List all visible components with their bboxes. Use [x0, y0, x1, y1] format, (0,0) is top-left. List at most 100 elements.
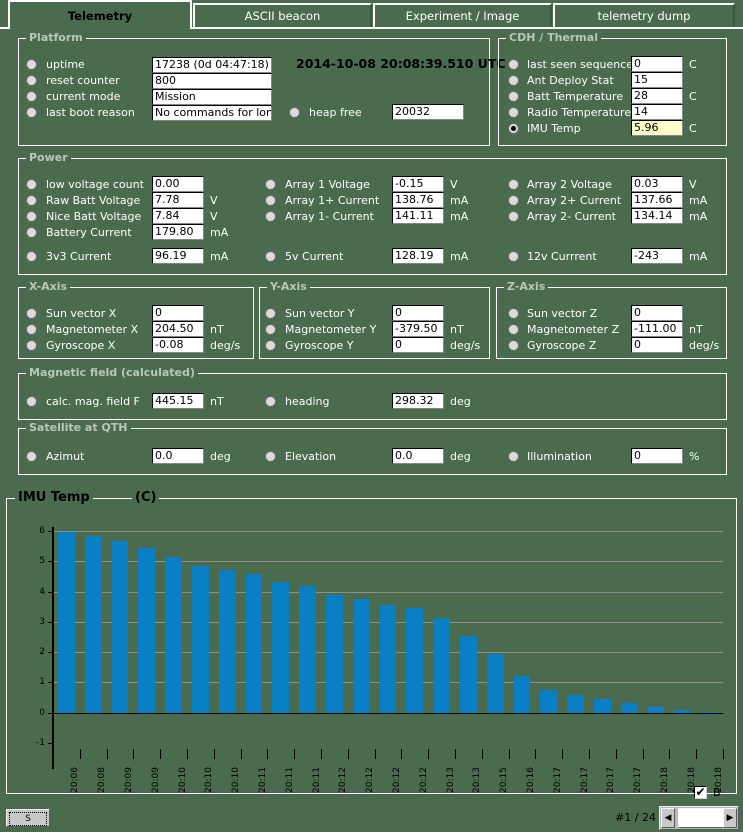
- field-heading[interactable]: 298.32: [392, 393, 444, 409]
- field-array1-plus-current[interactable]: 138.76: [392, 192, 444, 208]
- field-array2-plus-current[interactable]: 137.66: [631, 192, 683, 208]
- radio-magnetometer-x[interactable]: [26, 324, 37, 335]
- field-imu-temp[interactable]: 5.96: [631, 120, 683, 136]
- radio-elevation[interactable]: [265, 451, 276, 462]
- field-magnetometer-y[interactable]: -379.50: [392, 321, 444, 337]
- tab-label: ASCII beacon: [244, 9, 321, 23]
- radio-array1-plus-current[interactable]: [265, 195, 276, 206]
- chart-y-tick-mark: [48, 682, 54, 684]
- field-12v-current[interactable]: -243: [631, 248, 683, 264]
- radio-raw-batt-voltage[interactable]: [26, 195, 37, 206]
- radio-array2-voltage[interactable]: [508, 179, 519, 190]
- radio-sun-vector-x[interactable]: [26, 308, 37, 319]
- save-button[interactable]: S: [6, 809, 50, 827]
- field-heap-free[interactable]: 20032: [392, 104, 464, 120]
- radio-3v3-current[interactable]: [26, 251, 37, 262]
- field-array1-minus-current[interactable]: 141.11: [392, 208, 444, 224]
- field-5v-current[interactable]: 128.19: [392, 248, 444, 264]
- scroll-right-arrow-icon[interactable]: ▶: [723, 808, 737, 828]
- field-ant-deploy-stat[interactable]: 15: [631, 72, 683, 88]
- radio-array1-voltage[interactable]: [265, 179, 276, 190]
- radio-sun-vector-y[interactable]: [265, 308, 276, 319]
- field-3v3-current[interactable]: 96.19: [152, 248, 204, 264]
- field-last-boot-reason[interactable]: No commands for long ti: [152, 105, 272, 121]
- chart-x-tick-label: 20:17: [606, 767, 617, 793]
- field-radio-temperature[interactable]: 14: [631, 104, 683, 120]
- field-gyroscope-z[interactable]: 0: [631, 337, 683, 353]
- radio-imu-temp[interactable]: [508, 123, 519, 134]
- field-gyroscope-y[interactable]: 0: [392, 337, 444, 353]
- radio-sun-vector-z[interactable]: [508, 308, 519, 319]
- tab-ascii-beacon[interactable]: ASCII beacon: [193, 3, 372, 27]
- field-array1-voltage[interactable]: -0.15: [392, 176, 444, 192]
- radio-current-mode[interactable]: [26, 91, 37, 102]
- radio-gyroscope-y[interactable]: [265, 340, 276, 351]
- field-sun-vector-y[interactable]: 0: [392, 305, 444, 321]
- radio-batt-temperature[interactable]: [508, 91, 519, 102]
- chart-x-tick-mark: [455, 749, 456, 759]
- field-magnetometer-x[interactable]: 204.50: [152, 321, 204, 337]
- radio-last-seen-sequence[interactable]: [508, 59, 519, 70]
- field-raw-batt-voltage[interactable]: 7.78: [152, 192, 204, 208]
- radio-uptime[interactable]: [26, 59, 37, 70]
- radio-magnetometer-y[interactable]: [265, 324, 276, 335]
- checkbox-b[interactable]: ✔: [694, 786, 707, 799]
- field-low-voltage-count[interactable]: 0.00: [152, 176, 204, 192]
- field-gyroscope-x[interactable]: -0.08: [152, 337, 204, 353]
- chart-y-tick-mark: [48, 712, 54, 714]
- radio-calc-mag-field-f[interactable]: [26, 396, 37, 407]
- tab-telemetry[interactable]: Telemetry: [8, 0, 192, 31]
- chart-bar: [460, 636, 477, 713]
- radio-heap-free[interactable]: [289, 107, 300, 118]
- chart-x-tick-label: 20:17: [579, 767, 590, 793]
- page-indicator: #1 / 24: [615, 811, 656, 824]
- tab-bar: Telemetry ASCII beacon Experiment / Imag…: [0, 0, 743, 31]
- field-azimut[interactable]: 0.0: [152, 448, 204, 464]
- field-sun-vector-z[interactable]: 0: [631, 305, 683, 321]
- radio-illumination[interactable]: [508, 451, 519, 462]
- scroll-left-arrow-icon[interactable]: ◀: [661, 808, 675, 828]
- chart-x-tick-label: 20:17: [552, 767, 563, 793]
- radio-12v-current[interactable]: [508, 251, 519, 262]
- field-array2-voltage[interactable]: 0.03: [631, 176, 683, 192]
- record-scrollbar[interactable]: ◀ ▶: [659, 806, 739, 830]
- field-battery-current[interactable]: 179.80: [152, 224, 204, 240]
- chart-x-tick-mark: [723, 749, 724, 759]
- radio-gyroscope-x[interactable]: [26, 340, 37, 351]
- radio-5v-current[interactable]: [265, 251, 276, 262]
- field-array2-minus-current[interactable]: 134.14: [631, 208, 683, 224]
- chart-x-tick-label: 20:09: [124, 767, 134, 793]
- field-reset-counter[interactable]: 800: [152, 73, 272, 89]
- chart-y-tick-label: 3: [39, 616, 45, 627]
- tab-telemetry-dump[interactable]: telemetry dump: [553, 3, 735, 27]
- field-current-mode[interactable]: Mission: [152, 89, 272, 105]
- field-sun-vector-x[interactable]: 0: [152, 305, 204, 321]
- radio-nice-batt-voltage[interactable]: [26, 211, 37, 222]
- field-illumination[interactable]: 0: [631, 448, 683, 464]
- radio-gyroscope-z[interactable]: [508, 340, 519, 351]
- field-calc-mag-field-f[interactable]: 445.15: [152, 393, 204, 409]
- tab-experiment-image[interactable]: Experiment / Image: [373, 3, 552, 27]
- radio-azimut[interactable]: [26, 451, 37, 462]
- radio-battery-current[interactable]: [26, 227, 37, 238]
- field-uptime[interactable]: 17238 (0d 04:47:18): [152, 57, 272, 73]
- unit-magnetometer-y: nT: [450, 323, 464, 336]
- radio-last-boot-reason[interactable]: [26, 107, 37, 118]
- chart-y-tick-label: -1: [36, 738, 45, 748]
- radio-magnetometer-z[interactable]: [508, 324, 519, 335]
- radio-array2-plus-current[interactable]: [508, 195, 519, 206]
- radio-reset-counter[interactable]: [26, 75, 37, 86]
- radio-low-voltage-count[interactable]: [26, 179, 37, 190]
- label-gyroscope-y: Gyroscope Y: [285, 339, 354, 352]
- radio-array2-minus-current[interactable]: [508, 211, 519, 222]
- radio-radio-temperature[interactable]: [508, 107, 519, 118]
- field-last-seen-sequence[interactable]: 0: [631, 56, 683, 72]
- radio-array1-minus-current[interactable]: [265, 211, 276, 222]
- chart-gridline: [53, 531, 723, 532]
- field-magnetometer-z[interactable]: -111.00: [631, 321, 683, 337]
- field-batt-temperature[interactable]: 28: [631, 88, 683, 104]
- field-elevation[interactable]: 0.0: [392, 448, 444, 464]
- radio-ant-deploy-stat[interactable]: [508, 75, 519, 86]
- radio-heading[interactable]: [265, 396, 276, 407]
- field-nice-batt-voltage[interactable]: 7.84: [152, 208, 204, 224]
